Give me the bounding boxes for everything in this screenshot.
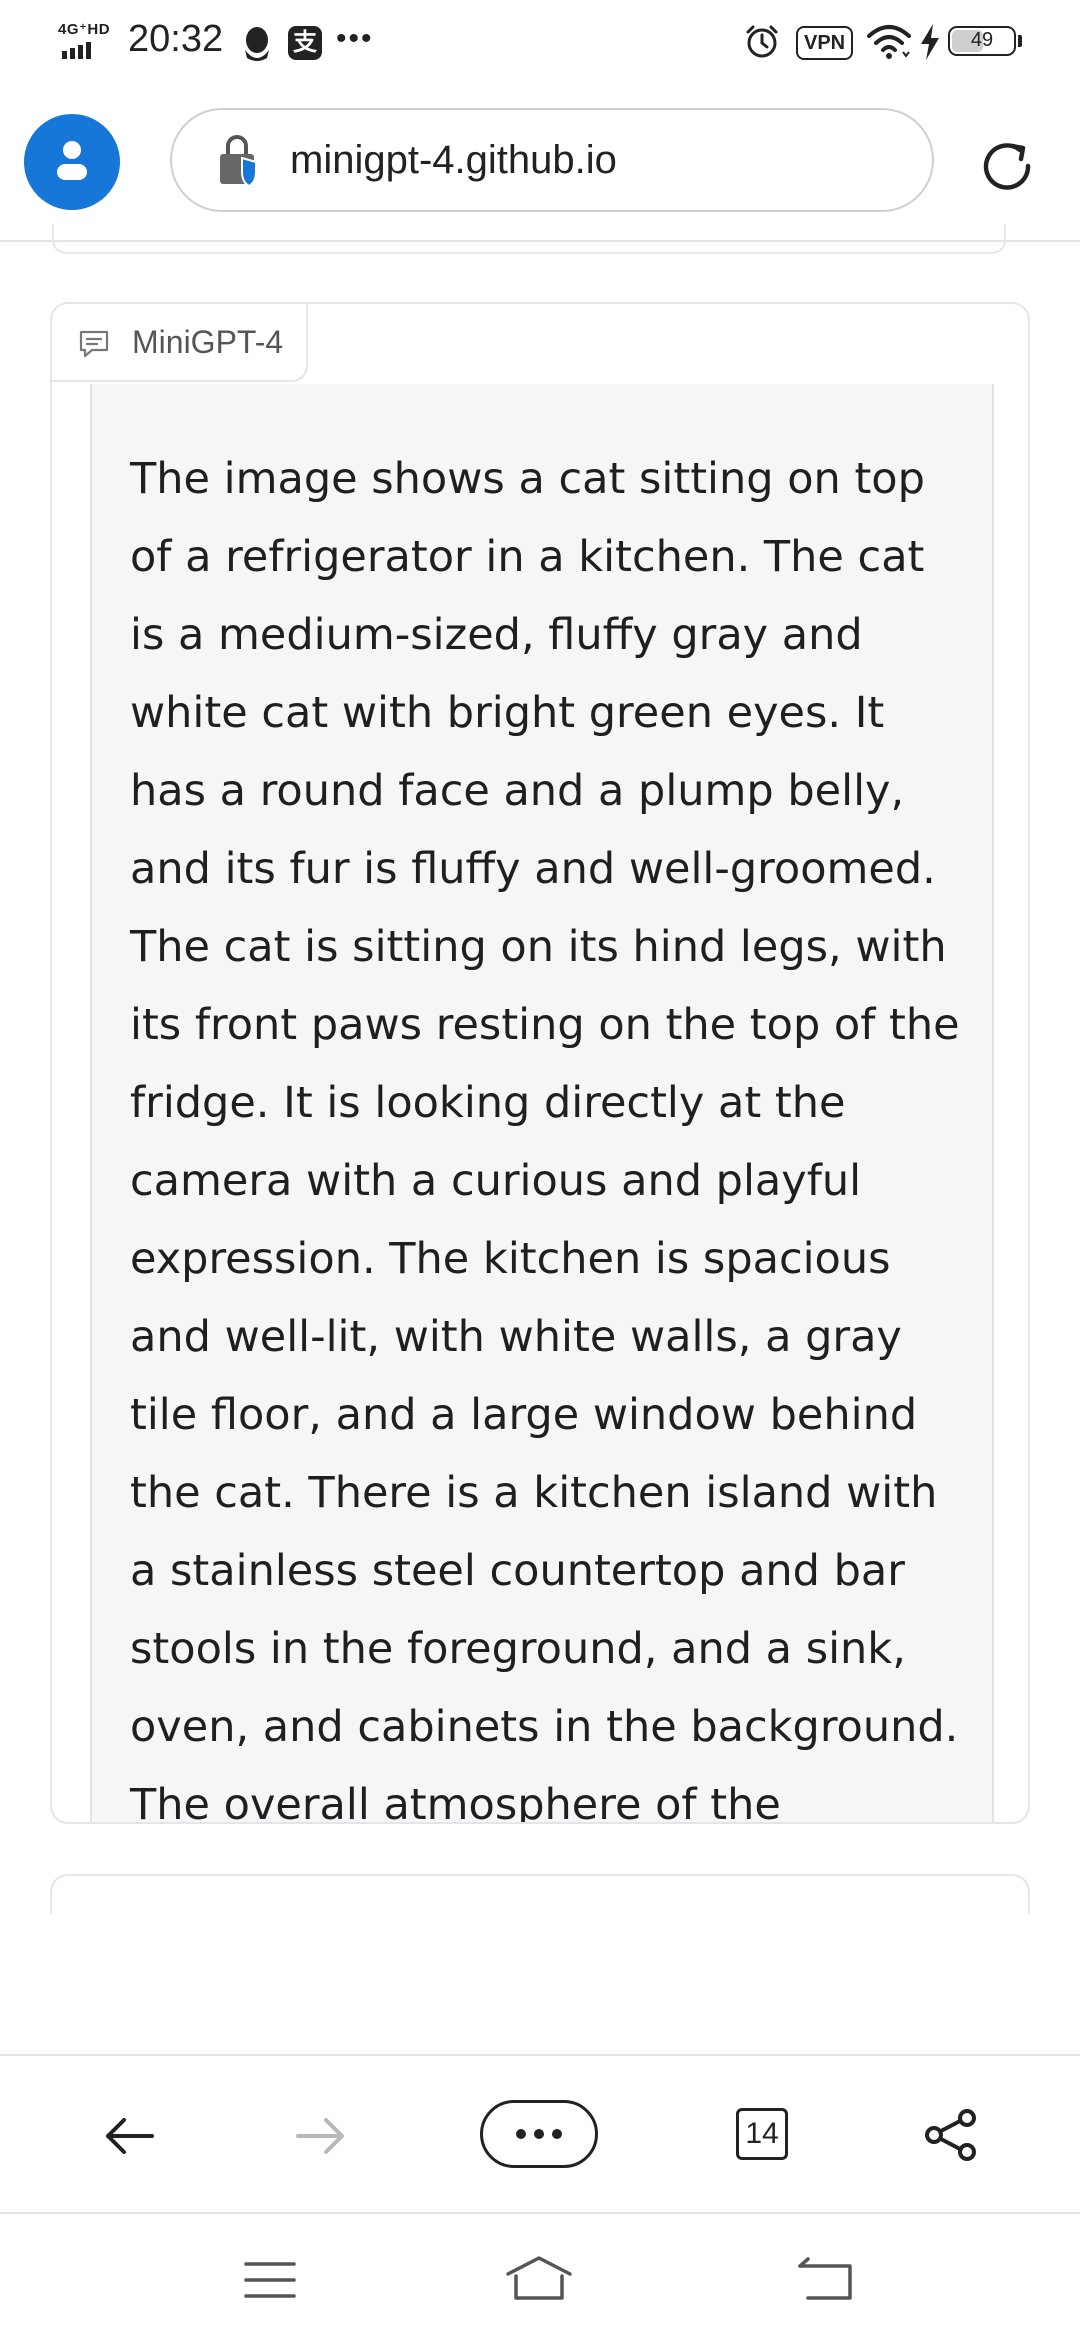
system-back-icon[interactable] bbox=[796, 2256, 854, 2302]
back-arrow-icon[interactable] bbox=[100, 2114, 160, 2158]
more-notifications-icon: ••• bbox=[336, 22, 374, 55]
battery-cap bbox=[1018, 35, 1022, 47]
wifi-icon bbox=[867, 25, 911, 59]
menu-dot bbox=[534, 2129, 544, 2139]
share-icon[interactable] bbox=[922, 2106, 980, 2164]
message-text: The image shows a cat sitting on top of … bbox=[130, 454, 960, 1824]
next-card bbox=[50, 1874, 1030, 1914]
reload-icon[interactable] bbox=[976, 136, 1040, 200]
chat-sender-label: MiniGPT-4 bbox=[132, 324, 284, 360]
forward-arrow-icon[interactable] bbox=[290, 2114, 350, 2158]
menu-dot bbox=[516, 2129, 526, 2139]
address-bar: minigpt-4.github.io bbox=[0, 90, 1080, 240]
message-bubble: The image shows a cat sitting on top of … bbox=[90, 384, 994, 1824]
user-icon bbox=[57, 141, 87, 180]
recent-apps-icon[interactable] bbox=[244, 2260, 296, 2300]
qq-icon bbox=[245, 27, 269, 61]
tabs-button[interactable]: 14 bbox=[736, 2108, 788, 2160]
menu-button[interactable] bbox=[480, 2100, 598, 2168]
cellular-signal-icon: 4G⁺HD bbox=[58, 20, 118, 62]
url-field[interactable]: minigpt-4.github.io bbox=[170, 108, 934, 212]
url-text: minigpt-4.github.io bbox=[290, 138, 617, 182]
alarm-icon bbox=[746, 25, 778, 58]
status-bar: 4G⁺HD 20:32 支 ••• VPN 49 bbox=[0, 0, 1080, 90]
browser-toolbar: 14 bbox=[0, 2054, 1080, 2214]
alipay-icon: 支 bbox=[288, 26, 322, 60]
vpn-badge: VPN bbox=[796, 26, 854, 60]
network-type: 4G⁺HD bbox=[58, 21, 111, 38]
chat-label-tab: MiniGPT-4 bbox=[52, 304, 308, 382]
lock-shield-icon bbox=[220, 135, 257, 188]
chat-card: MiniGPT-4 The image shows a cat sitting … bbox=[50, 302, 1030, 1824]
menu-dot bbox=[552, 2129, 562, 2139]
battery-level: 49 bbox=[970, 29, 994, 51]
battery-icon: 49 bbox=[948, 26, 1016, 56]
system-navigation-bar bbox=[0, 2214, 1080, 2340]
clock: 20:32 bbox=[128, 18, 224, 60]
profile-avatar-button[interactable] bbox=[24, 114, 120, 210]
charging-icon bbox=[921, 24, 939, 60]
previous-card bbox=[52, 224, 1006, 254]
home-icon[interactable] bbox=[504, 2254, 574, 2304]
chat-icon bbox=[79, 330, 109, 358]
